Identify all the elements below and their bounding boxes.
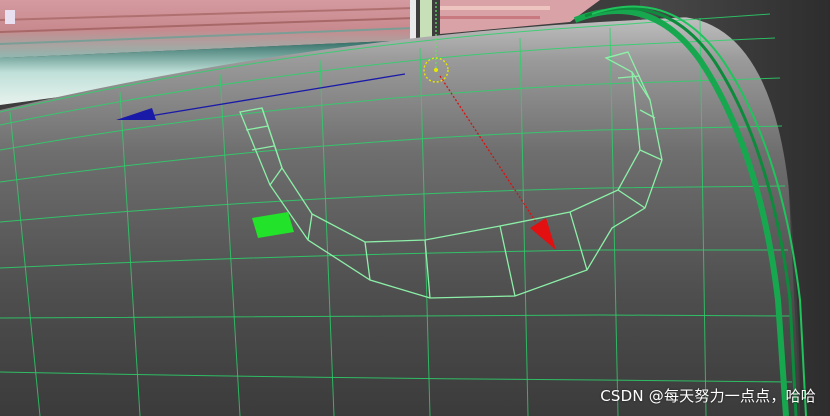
watermark-text: CSDN @每天努力一点点，哈哈 [600,387,816,405]
viewport-scene[interactable] [0,0,830,416]
3d-viewport[interactable]: CSDN @每天努力一点点，哈哈 [0,0,830,416]
